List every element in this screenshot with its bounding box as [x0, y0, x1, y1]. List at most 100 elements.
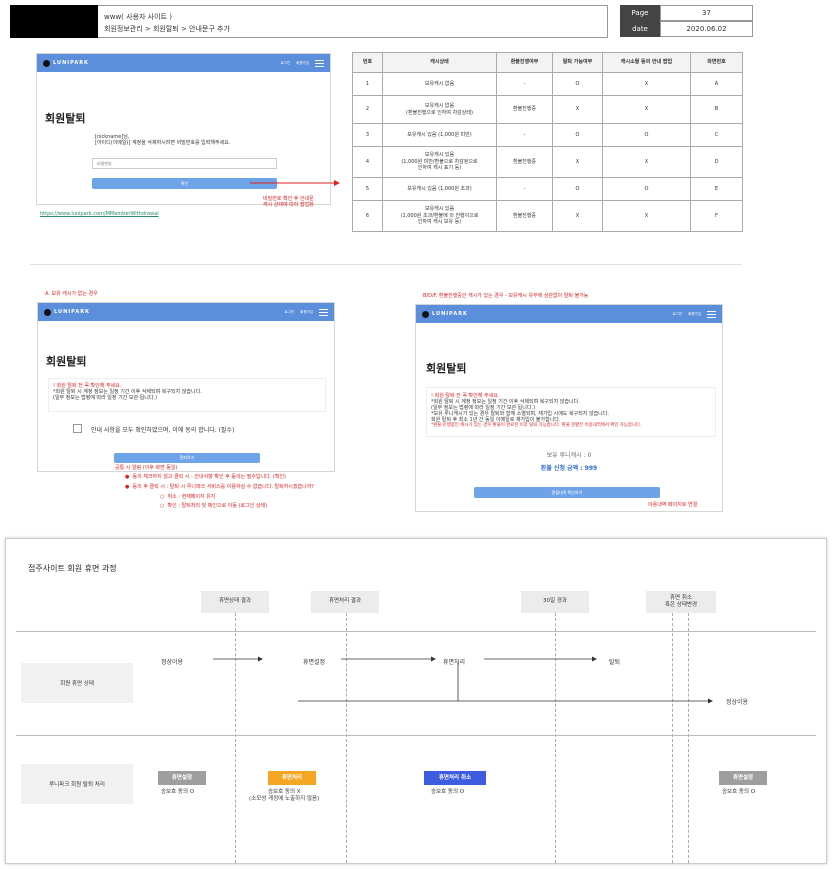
logo-icon — [44, 308, 51, 316]
page-title: 회원탈퇴 — [45, 112, 86, 125]
page-url[interactable]: https://www.lunipark.com/MMemberWithdraw… — [40, 211, 159, 217]
table-cell: A — [690, 72, 743, 96]
logo-icon — [43, 59, 50, 67]
cash-status-table: 번호 캐시상태 환불진행여부 탈퇴 가능여부 캐시소멸 동의 안내 팝업 화면번호 1 보유… — [352, 52, 743, 232]
table-cell: X — [552, 95, 603, 124]
table-cell: 보유캐시 있음 (1,000원 미만/환불으로 차감된으로 인하여 캐시 표기 … — [382, 146, 497, 178]
date-value: 2020.06.02 — [660, 21, 753, 37]
b-notice6: *환불 진행중인 캐시가 있는 경우 환불이 완료된 이후 탈퇴 가능합니다. … — [431, 423, 642, 428]
sleep-set-button[interactable]: 휴면설정 — [158, 771, 206, 785]
table-cell: X — [552, 200, 603, 232]
b-note: 이용내역 페이지로 연결 — [648, 502, 698, 508]
date-label: date — [620, 21, 660, 37]
table-header-cell: 번호 — [352, 52, 383, 73]
agree-label: 안내 사항을 모두 확인하였으며, 이에 동의 합니다. (필수) — [91, 427, 235, 434]
table-cell: 환불진행중 — [496, 146, 553, 178]
table-cell: 보유캐시 없음 — [382, 72, 497, 96]
table-row: 4 보유캐시 있음 (1,000원 미만/환불으로 차감된으로 인하여 캐시 표기… — [352, 146, 743, 178]
table-header-cell: 캐시소멸 동의 안내 팝업 — [602, 52, 691, 73]
mock-b-navbar: LUNIPARK 로그인 회원가입 — [416, 305, 722, 323]
table-cell: 보유캐시 있음 (1,000원 초과) — [382, 177, 497, 201]
mock-b-title: 회원탈퇴 — [426, 362, 467, 375]
table-cell: 보유캐시 있음 (1,000원 초과/환불에 의 진행이으로 인하여 캐시 보유… — [382, 200, 497, 232]
table-cell: C — [690, 123, 743, 147]
table-row: 5 보유캐시 있음 (1,000원 초과) - O O E — [352, 177, 743, 201]
agree-checkbox[interactable] — [73, 424, 82, 433]
caption-4: 승보호 동의 O — [722, 789, 756, 795]
nav-join[interactable]: 회원가입 — [296, 61, 309, 66]
table-cell: O — [602, 123, 691, 147]
table-cell: 4 — [352, 146, 383, 178]
hamburger-menu-icon[interactable] — [707, 310, 716, 318]
mock-b-caption: B/D/F. 환불진행중인 캐시가 있는 경우 - 보유캐시 유무에 상관없이 … — [423, 293, 589, 299]
instruction-line: [아이디(이메일)] 계정을 삭제하시려면 비밀번호를 입력해주세요. — [95, 140, 231, 146]
a-bullet5: ○ 확인 : 탈퇴처리 및 메인으로 이동 (로그인 상태) — [160, 503, 268, 509]
brand-logo[interactable]: LUNIPARK — [432, 311, 468, 317]
table-cell: O — [552, 177, 603, 201]
table-header-row: 번호 캐시상태 환불진행여부 탈퇴 가능여부 캐시소멸 동의 안내 팝업 화면번호 — [352, 52, 743, 73]
table-cell: 6 — [352, 200, 383, 232]
caption-1: 승보호 동의 O — [161, 789, 195, 795]
table-cell: 1 — [352, 72, 383, 96]
table-cell: 보유캐시 있음 (1,000원 미만) — [382, 123, 497, 147]
sleep-cancel-button[interactable]: 휴면처리 취소 — [424, 771, 486, 785]
withdraw-button[interactable]: 탈퇴하기 — [114, 453, 260, 463]
brand-logo[interactable]: LUNIPARK — [53, 60, 89, 66]
table-cell: - — [496, 123, 553, 147]
mock-a-navbar: LUNIPARK 로그인 회원가입 — [38, 303, 334, 321]
nav-join[interactable]: 회원가입 — [300, 310, 313, 315]
nav-login[interactable]: 로그인 — [284, 310, 294, 315]
logo-icon — [422, 310, 429, 318]
dormancy-flow-panel: 접주사이트 회원 휴면 과정 휴면상태 결과 휴면처리 결과 30일 경과 휴면… — [5, 538, 827, 864]
nav-login[interactable]: 로그인 — [672, 312, 682, 317]
a-bullet1: 공통 시 알림 (이후 화면 동일) — [115, 465, 178, 471]
brand-logo[interactable]: LUNIPARK — [54, 309, 90, 315]
table-cell: X — [602, 200, 691, 232]
nav-join[interactable]: 회원가입 — [688, 312, 701, 317]
table-header-cell: 탈퇴 가능여부 — [552, 52, 603, 73]
arrow-to-table — [250, 180, 340, 186]
header-box: www( 사용자 사이트 ) 회원정보관리 > 회원탈퇴 > 안내문구 추가 — [98, 5, 608, 38]
table-row: 6 보유캐시 있음 (1,000원 초과/환불에 의 진행이으로 인하여 캐시 보… — [352, 200, 743, 232]
table-cell: O — [602, 177, 691, 201]
hamburger-menu-icon[interactable] — [319, 308, 328, 316]
divider — [30, 264, 742, 265]
sleep-set-button-2[interactable]: 휴면설정 — [719, 771, 767, 785]
notice-line3: (일부 정보는 법령에 따라 일정 기간 보관 됩니다.) — [53, 395, 158, 401]
table-row: 2 보유캐시 없음 (환불진행으로 인하여 차감상태) 환불진행중 X X B — [352, 95, 743, 124]
sleep-proc-button[interactable]: 휴면처리 — [268, 771, 316, 785]
table-header-cell: 화면번호 — [690, 52, 743, 73]
mock-navbar: LUNIPARK 로그인 회원가입 — [37, 54, 330, 72]
mock-a: LUNIPARK 로그인 회원가입 회원탈퇴 ! 회원 탈퇴 전 꼭 확인해 주세… — [37, 302, 335, 472]
table-header-cell: 환불진행여부 — [496, 52, 553, 73]
hamburger-menu-icon[interactable] — [315, 59, 324, 67]
refund-amount: 환불 신청 금액 : 999 — [540, 465, 598, 472]
caption-3: 승보호 동의 O — [431, 789, 465, 795]
table-cell: 보유캐시 없음 (환불진행으로 인하여 차감상태) — [382, 95, 497, 124]
table-cell: 환불진행중 — [496, 95, 553, 124]
table-cell: X — [552, 146, 603, 178]
header-black-block — [10, 5, 98, 38]
table-cell: E — [690, 177, 743, 201]
note-line2: 캐시 상태에 따라 팝업창 — [263, 202, 314, 208]
flow-arrows — [213, 656, 713, 704]
cash-balance: 보유 루니캐시 : 0 — [546, 452, 592, 459]
password-input[interactable] — [92, 158, 277, 169]
site-name: www( 사용자 사이트 ) — [104, 13, 172, 21]
table-cell: O — [552, 72, 603, 96]
a-bullet4: ○ 취소 : 현재페이지 유지 — [160, 494, 216, 500]
refund-history-button[interactable]: 환불내역 확인하기 — [474, 487, 660, 498]
page-label: Page — [620, 5, 660, 21]
nav-login[interactable]: 로그인 — [280, 61, 290, 66]
table-cell: O — [552, 123, 603, 147]
table-cell: - — [496, 72, 553, 96]
table-cell: 5 — [352, 177, 383, 201]
a-bullet3: ● 동의 후 클릭 시 : 탈퇴 시 루니파크 서비스를 이용하실 수 없습니다… — [125, 484, 314, 490]
mock-b: LUNIPARK 로그인 회원가입 회원탈퇴 ! 회원 탈퇴 전 꼭 확인해 주세… — [415, 304, 723, 512]
mock-a-title: 회원탈퇴 — [46, 355, 87, 368]
table-cell: 3 — [352, 123, 383, 147]
breadcrumb: 회원정보관리 > 회원탈퇴 > 안내문구 추가 — [104, 25, 230, 33]
caption-2b: (소모성 게정에 노출하지 않음) — [249, 796, 320, 802]
table-cell: - — [496, 177, 553, 201]
table-cell: X — [602, 95, 691, 124]
